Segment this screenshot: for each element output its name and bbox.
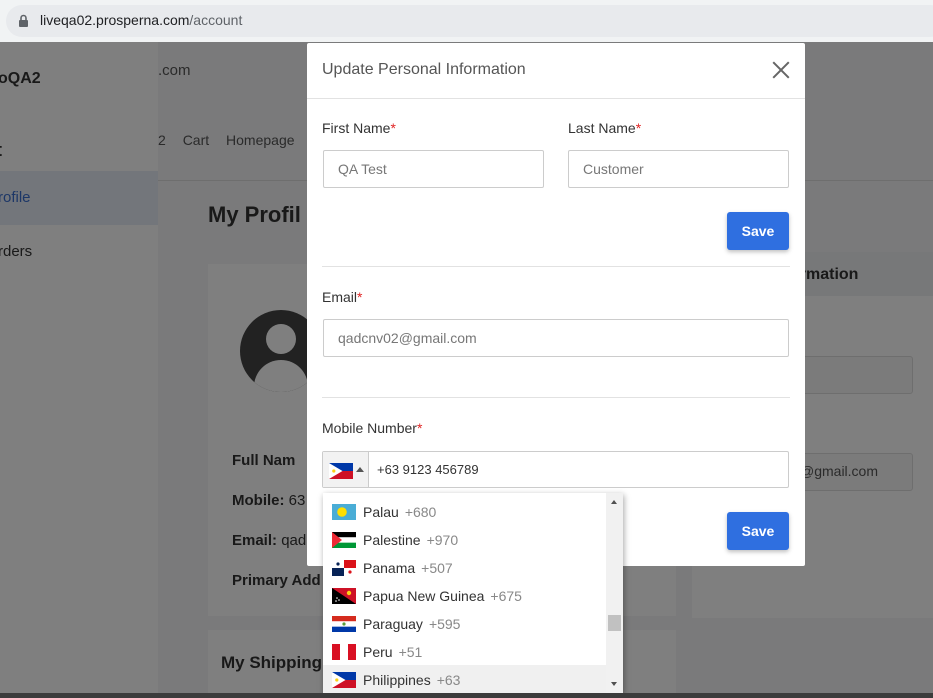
country-name-text: Peru — [363, 644, 393, 660]
scroll-down-arrow-icon[interactable] — [611, 682, 617, 686]
country-name-text: Paraguay — [363, 616, 423, 632]
country-name: Palau +680 — [363, 504, 436, 520]
chevron-up-icon — [356, 467, 364, 472]
country-option-panama[interactable]: Panama +507 — [323, 553, 606, 581]
palau-flag-icon — [332, 504, 356, 520]
url-path: /account — [189, 12, 243, 28]
peru-flag-icon — [332, 644, 356, 660]
country-name-text: Palestine — [363, 532, 421, 548]
panama-flag-icon — [332, 560, 356, 576]
country-dial-code: +63 — [436, 672, 461, 688]
save-name-button[interactable]: Save — [727, 212, 789, 250]
mobile-number-field — [322, 451, 789, 488]
country-dial-code: +675 — [490, 588, 522, 604]
close-icon[interactable] — [769, 58, 793, 82]
country-name-text: Papua New Guinea — [363, 588, 485, 604]
taskbar-edge — [0, 693, 933, 698]
url-text[interactable]: liveqa02.prosperna.com/account — [40, 12, 242, 28]
required-mark: * — [390, 120, 396, 136]
scroll-up-arrow-icon[interactable] — [611, 500, 617, 504]
country-name-text: Panama — [363, 560, 416, 576]
country-list: Palau +680 Palestine +970 Panama +507 Pap — [323, 497, 606, 693]
country-dial-code: +51 — [398, 644, 423, 660]
country-name: Philippines +63 — [363, 672, 460, 688]
country-name: Peru +51 — [363, 644, 422, 660]
last-name-label-text: Last Name — [568, 120, 636, 136]
scrollbar-thumb[interactable] — [608, 615, 621, 631]
country-code-selector[interactable] — [323, 452, 369, 487]
country-option-paraguay[interactable]: Paraguay +595 — [323, 609, 606, 637]
last-name-input[interactable] — [568, 150, 789, 188]
first-name-label-text: First Name — [322, 120, 391, 136]
save-contact-button[interactable]: Save — [727, 512, 789, 550]
modal-title: Update Personal Information — [322, 61, 526, 78]
required-mark: * — [416, 420, 423, 436]
country-option-philippines[interactable]: Philippines +63 — [323, 665, 606, 693]
country-dial-code: +970 — [426, 532, 459, 548]
country-name: Panama +507 — [363, 560, 453, 576]
country-option-peru[interactable]: Peru +51 — [323, 637, 606, 665]
mobile-number-input[interactable] — [370, 452, 788, 487]
modal-header-divider — [307, 98, 805, 99]
required-mark: * — [635, 120, 642, 136]
lock-icon — [19, 14, 28, 27]
philippines-flag-icon — [332, 672, 356, 688]
section-divider — [322, 397, 790, 398]
country-name: Palestine +970 — [363, 532, 458, 548]
paraguay-flag-icon — [332, 616, 356, 632]
country-name: Papua New Guinea +675 — [363, 588, 522, 604]
last-name-label: Last Name* — [568, 120, 641, 136]
palestine-flag-icon — [332, 532, 356, 548]
first-name-label: First Name* — [322, 120, 396, 136]
required-mark: * — [357, 289, 363, 305]
first-name-input[interactable] — [323, 150, 544, 188]
country-name-text: Philippines — [363, 672, 431, 688]
update-personal-info-modal: Update Personal Information First Name* … — [307, 43, 805, 566]
country-name-text: Palau — [363, 504, 399, 520]
email-label: Email* — [322, 289, 362, 305]
country-option-palestine[interactable]: Palestine +970 — [323, 525, 606, 553]
url-host: liveqa02.prosperna.com — [40, 12, 190, 28]
country-option-papua-new-guinea[interactable]: Papua New Guinea +675 — [323, 581, 606, 609]
country-dial-code: +680 — [404, 504, 437, 520]
browser-address-bar: liveqa02.prosperna.com/account — [0, 0, 933, 42]
country-dial-code: +595 — [428, 616, 461, 632]
section-divider — [322, 266, 790, 267]
mobile-number-label: Mobile Number* — [322, 420, 422, 436]
country-dropdown: Palau +680 Palestine +970 Panama +507 Pap — [323, 493, 623, 693]
email-label-text: Email — [322, 289, 358, 305]
dropdown-scrollbar[interactable] — [606, 493, 623, 693]
email-input[interactable] — [323, 319, 789, 357]
country-option-palau[interactable]: Palau +680 — [323, 497, 606, 525]
philippines-flag-icon — [329, 463, 353, 479]
mobile-label-text: Mobile Number — [322, 420, 417, 436]
country-dial-code: +507 — [421, 560, 453, 576]
country-name: Paraguay +595 — [363, 616, 460, 632]
papua-new-guinea-flag-icon — [332, 588, 356, 604]
